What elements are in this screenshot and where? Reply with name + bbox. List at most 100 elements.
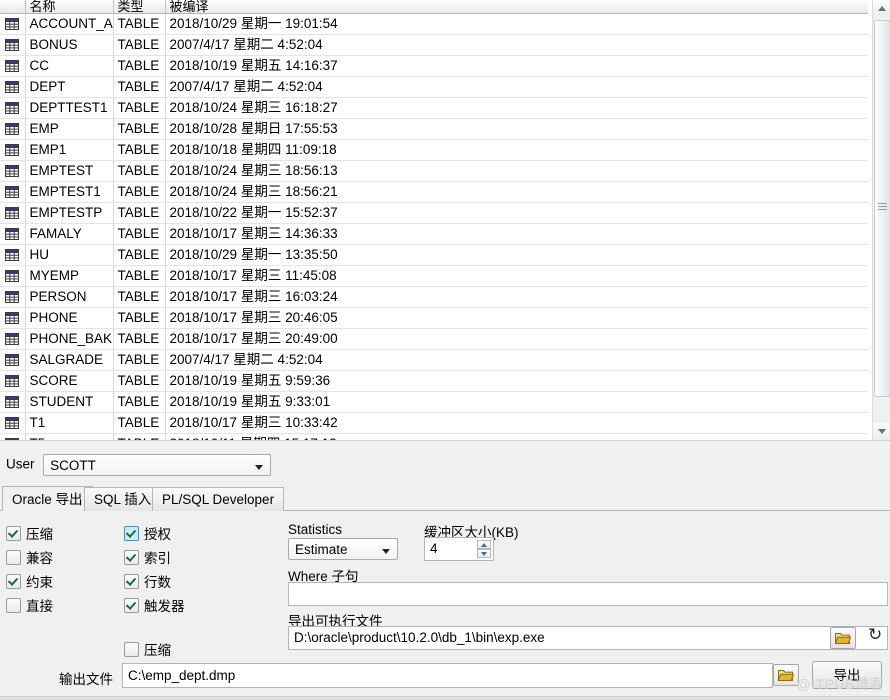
column-header-name[interactable]: 名称 — [25, 0, 114, 14]
row-name: ACCOUNT_A — [25, 13, 114, 35]
row-name: EMPTEST1 — [25, 181, 114, 203]
checkbox-compress-output[interactable]: 压缩 — [124, 639, 171, 659]
row-compiled: 2018/10/19 星期五 9:33:01 — [165, 391, 868, 413]
row-object-icon — [0, 160, 26, 182]
row-object-icon — [0, 55, 26, 77]
row-name: EMP1 — [25, 139, 114, 161]
table-grid-icon — [5, 248, 20, 261]
table-row[interactable]: EMP1 TABLE 2018/10/18 星期四 11:09:18 — [0, 139, 868, 161]
row-type: TABLE — [113, 223, 166, 245]
stepper-down-icon[interactable] — [477, 549, 491, 558]
folder-open-icon[interactable] — [830, 627, 856, 649]
row-compiled: 2018/10/17 星期三 20:46:05 — [165, 307, 868, 329]
table-row[interactable]: PHONE_BAK TABLE 2018/10/17 星期三 20:49:00 — [0, 328, 868, 350]
row-object-icon — [0, 202, 26, 224]
row-compiled: 2018/10/19 星期五 14:16:37 — [165, 55, 868, 77]
watermark: @ITPUB博客 — [796, 676, 884, 692]
table-row[interactable]: MYEMP TABLE 2018/10/17 星期三 11:45:08 — [0, 265, 868, 287]
table-row[interactable]: DEPTTEST1 TABLE 2018/10/24 星期三 16:18:27 — [0, 97, 868, 119]
user-select[interactable]: SCOTT — [43, 454, 272, 476]
row-object-icon — [0, 97, 26, 119]
row-type: TABLE — [113, 55, 166, 77]
row-compiled: 2018/10/17 星期三 10:33:42 — [165, 412, 868, 434]
column-header-type[interactable]: 类型 — [113, 0, 166, 14]
table-row[interactable]: ACCOUNT_A TABLE 2018/10/29 星期一 19:01:54 — [0, 13, 868, 35]
checkbox-label: 授权 — [144, 527, 171, 542]
column-header-icon[interactable] — [0, 0, 26, 14]
checkbox-compatible[interactable]: 兼容 — [6, 547, 53, 567]
table-row[interactable]: EMPTEST1 TABLE 2018/10/24 星期三 18:56:21 — [0, 181, 868, 203]
table-row[interactable]: T1 TABLE 2018/10/17 星期三 10:33:42 — [0, 412, 868, 434]
checkbox-label: 行数 — [144, 575, 171, 590]
row-compiled: 2018/10/28 星期日 17:55:53 — [165, 118, 868, 140]
table-row[interactable]: EMPTESTP TABLE 2018/10/22 星期一 15:52:37 — [0, 202, 868, 224]
scrollbar-thumb[interactable] — [874, 20, 890, 397]
object-table: 名称 类型 被编译 ACCOUNT_A TABLE 2018/10/29 星期一 1… — [0, 0, 868, 440]
refresh-icon[interactable]: ↻ — [868, 625, 882, 645]
folder-open-icon[interactable] — [773, 664, 799, 686]
row-type: TABLE — [113, 328, 166, 350]
tab-sql-insert[interactable]: SQL 插入 — [84, 487, 162, 511]
table-row[interactable]: SALGRADE TABLE 2007/4/17 星期二 4:52:04 — [0, 349, 868, 371]
row-type: TABLE — [113, 76, 166, 98]
table-row[interactable]: HU TABLE 2018/10/29 星期一 13:35:50 — [0, 244, 868, 266]
checkbox-box-icon — [6, 574, 21, 589]
row-compiled: 2018/10/24 星期三 18:56:13 — [165, 160, 868, 182]
table-row[interactable]: EMPTEST TABLE 2018/10/24 星期三 18:56:13 — [0, 160, 868, 182]
table-row[interactable]: SCORE TABLE 2018/10/19 星期五 9:59:36 — [0, 370, 868, 392]
row-compiled: 2018/10/29 星期一 19:01:54 — [165, 13, 868, 35]
output-file-input[interactable]: C:\emp_dept.dmp — [122, 663, 773, 688]
row-compiled: 2007/4/17 星期二 4:52:04 — [165, 34, 868, 56]
column-header-compiled[interactable]: 被编译 — [165, 0, 868, 14]
scroll-up-arrow-icon[interactable] — [873, 0, 890, 17]
checkbox-box-icon — [124, 598, 139, 613]
table-row[interactable]: BONUS TABLE 2007/4/17 星期二 4:52:04 — [0, 34, 868, 56]
buffer-size-stepper[interactable]: 4 — [424, 537, 494, 561]
where-clause-input[interactable] — [288, 582, 888, 606]
row-object-icon — [0, 13, 26, 35]
table-grid-icon — [5, 164, 20, 177]
checkbox-label: 直接 — [26, 599, 53, 614]
grid-vertical-scrollbar[interactable] — [872, 0, 890, 440]
row-object-icon — [0, 286, 26, 308]
statistics-select[interactable]: Estimate — [288, 538, 398, 560]
grid-scroll-viewport[interactable]: 名称 类型 被编译 ACCOUNT_A TABLE 2018/10/29 星期一 1… — [0, 0, 868, 440]
row-object-icon — [0, 223, 26, 245]
checkbox-label: 压缩 — [144, 643, 171, 658]
checkbox-grants[interactable]: 授权 — [124, 523, 171, 543]
checkbox-compress[interactable]: 压缩 — [6, 523, 53, 543]
checkbox-label: 索引 — [144, 551, 171, 566]
stepper-buttons[interactable] — [477, 540, 491, 558]
row-type: TABLE — [113, 307, 166, 329]
scroll-down-arrow-icon[interactable] — [873, 423, 890, 440]
table-row[interactable]: STUDENT TABLE 2018/10/19 星期五 9:33:01 — [0, 391, 868, 413]
row-type: TABLE — [113, 13, 166, 35]
stepper-up-icon[interactable] — [477, 540, 491, 549]
table-row[interactable]: FAMALY TABLE 2018/10/17 星期三 14:36:33 — [0, 223, 868, 245]
checkbox-indexes[interactable]: 索引 — [124, 547, 171, 567]
row-name: FAMALY — [25, 223, 114, 245]
tab-plsql-developer[interactable]: PL/SQL Developer — [152, 487, 285, 511]
row-type: TABLE — [113, 349, 166, 371]
checkbox-box-icon — [6, 550, 21, 565]
table-row[interactable]: CC TABLE 2018/10/19 星期五 14:16:37 — [0, 55, 868, 77]
checkbox-constraints[interactable]: 约束 — [6, 571, 53, 591]
checkbox-triggers[interactable]: 触发器 — [124, 595, 185, 615]
row-name: CC — [25, 55, 114, 77]
table-row[interactable]: PHONE TABLE 2018/10/17 星期三 20:46:05 — [0, 307, 868, 329]
table-row[interactable]: PERSON TABLE 2018/10/17 星期三 16:03:24 — [0, 286, 868, 308]
tab-oracle-export[interactable]: Oracle 导出 — [2, 486, 93, 511]
row-compiled: 2007/4/17 星期二 4:52:04 — [165, 349, 868, 371]
table-grid-icon — [5, 416, 20, 429]
export-form-panel: User SCOTT Oracle 导出 SQL 插入 PL/SQL Devel… — [0, 440, 890, 700]
row-type: TABLE — [113, 160, 166, 182]
checkbox-direct[interactable]: 直接 — [6, 595, 53, 615]
user-label: User — [6, 456, 35, 472]
table-row[interactable]: DEPT TABLE 2007/4/17 星期二 4:52:04 — [0, 76, 868, 98]
row-compiled: 2018/10/18 星期四 11:09:18 — [165, 139, 868, 161]
table-row[interactable]: EMP TABLE 2018/10/28 星期日 17:55:53 — [0, 118, 868, 140]
table-grid-icon — [5, 38, 20, 51]
export-executable-input[interactable]: D:\oracle\product\10.2.0\db_1\bin\exp.ex… — [288, 626, 888, 650]
checkbox-rows[interactable]: 行数 — [124, 571, 171, 591]
row-object-icon — [0, 370, 26, 392]
